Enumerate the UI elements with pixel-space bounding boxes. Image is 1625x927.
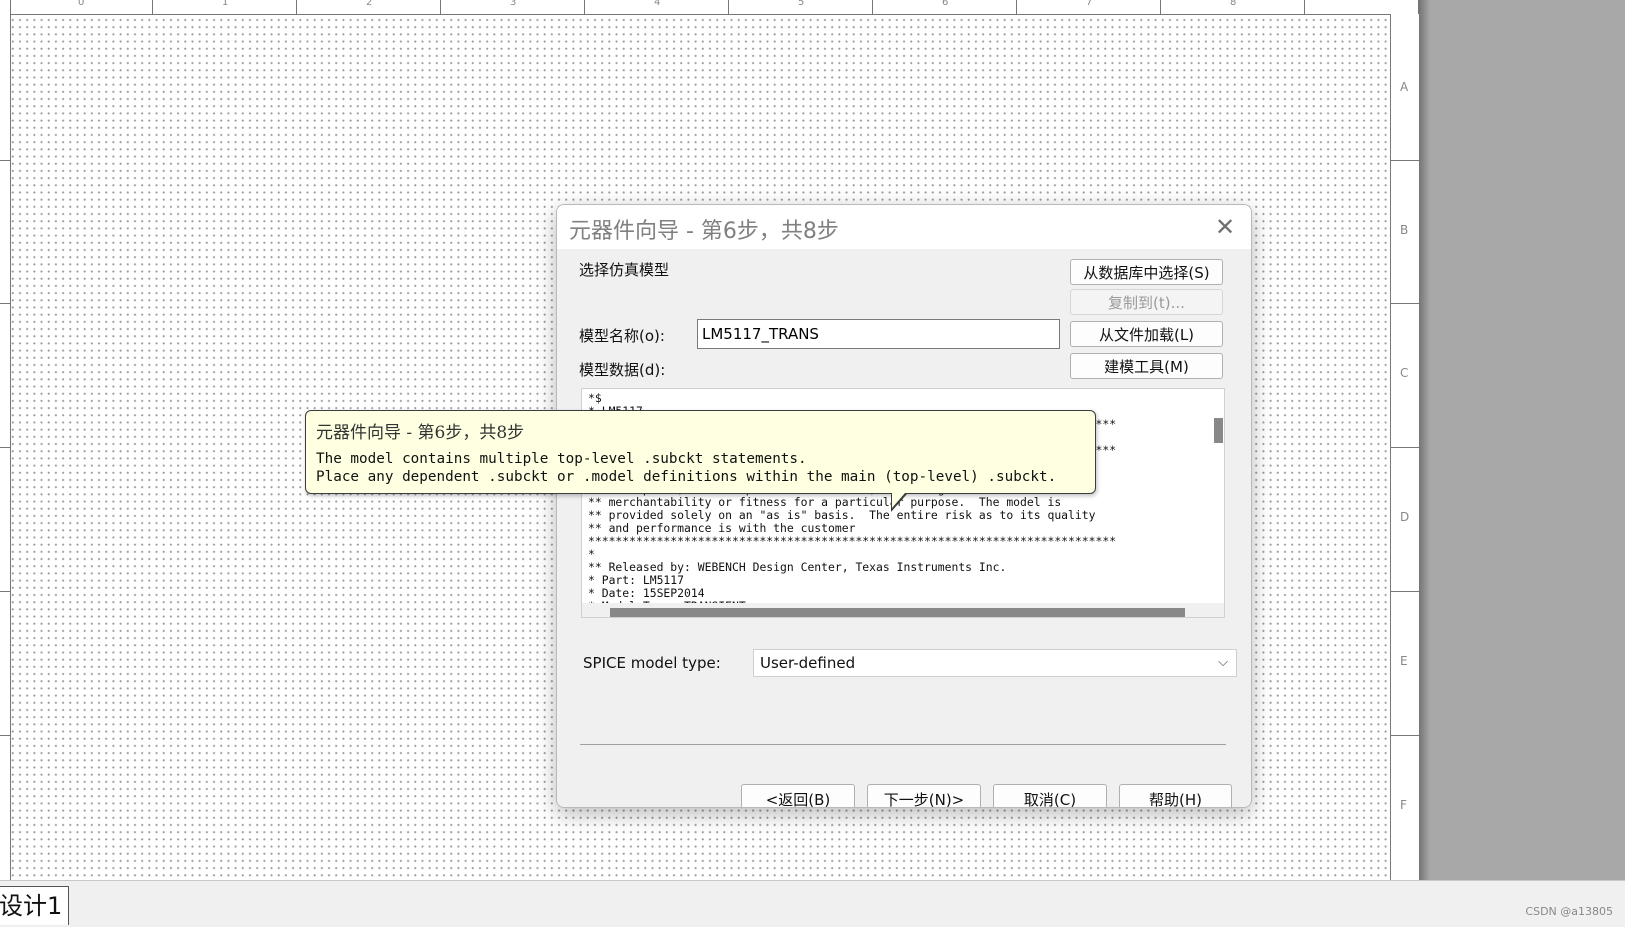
error-tooltip: 元器件向导 - 第6步，共8步 The model contains multi… [305,410,1096,512]
design-sheet-tab[interactable]: 设计1 [0,886,70,925]
tooltip-message-line: The model contains multiple top-level .s… [316,451,807,467]
ruler-tick [152,0,153,14]
ruler-label: 6 [942,0,949,8]
chevron-down-icon: ⌵ [1218,655,1228,670]
ruler-label: 4 [654,0,661,8]
spice-model-type-label: SPICE model type: [583,654,721,672]
ruler-tick [0,160,10,161]
spice-model-type-select[interactable]: User-defined ⌵ [753,649,1237,677]
back-button[interactable]: <返回(B) [741,784,855,807]
left-ruler [0,0,11,880]
ruler-tick [584,0,585,14]
ruler-label: D [1400,510,1410,524]
ruler-tick [0,447,10,448]
next-button[interactable]: 下一步(N)> [867,784,981,807]
ruler-label: 2 [366,0,373,8]
ruler-tick [1160,0,1161,14]
ruler-tick [872,0,873,14]
dialog-separator [580,744,1226,745]
model-name-label: 模型名称(o): [579,327,665,345]
watermark: CSDN @a13805 [1525,905,1613,918]
ruler-label: A [1400,80,1409,94]
ruler-label: 7 [1086,0,1093,8]
close-button[interactable]: ✕ [1209,211,1241,243]
vertical-scrollbar-thumb[interactable] [1214,418,1223,443]
ruler-tick [440,0,441,14]
sheet-shadow [1418,0,1430,880]
copy-to-button[interactable]: 复制到(t)... [1070,289,1223,315]
ruler-label: B [1400,223,1409,237]
load-from-file-button[interactable]: 从文件加载(L) [1070,321,1223,347]
ruler-label: 0 [78,0,85,8]
ruler-tick [0,591,10,592]
ruler-tick [1391,160,1419,161]
model-name-input[interactable] [697,319,1060,349]
select-from-database-button[interactable]: 从数据库中选择(S) [1070,259,1223,285]
spice-model-type-value: User-defined [760,654,856,672]
ruler-tick [1391,447,1419,448]
ruler-tick [1304,0,1305,14]
sheet-tab-bar [0,880,1625,927]
ruler-tick [1391,303,1419,304]
dialog-title: 元器件向导 - 第6步，共8步 [569,219,839,244]
cancel-button[interactable]: 取消(C) [993,784,1107,807]
modeling-tool-button[interactable]: 建模工具(M) [1070,353,1223,379]
ruler-label: 3 [510,0,517,8]
ruler-label: 1 [222,0,229,8]
ruler-label: 5 [798,0,805,8]
ruler-tick [1391,591,1419,592]
ruler-tick [728,0,729,14]
top-ruler: 0 1 2 3 4 5 6 7 8 [10,0,1418,15]
ruler-tick [0,735,10,736]
ruler-tick [1391,735,1419,736]
workspace-background [1418,0,1625,880]
tooltip-title: 元器件向导 - 第6步，共8步 [316,423,525,443]
close-icon: ✕ [1214,213,1236,241]
ruler-tick [1016,0,1017,14]
model-data-label: 模型数据(d): [579,361,666,379]
dialog-titlebar[interactable]: 元器件向导 - 第6步，共8步 ✕ [557,205,1251,249]
horizontal-scrollbar-thumb[interactable] [610,608,1185,617]
right-ruler: A B C D E F [1390,14,1419,880]
tooltip-pointer-fill [892,493,905,508]
ruler-label: F [1400,798,1407,812]
ruler-tick [296,0,297,14]
ruler-tick [0,303,10,304]
section-label: 选择仿真模型 [579,261,670,279]
ruler-label: E [1400,654,1408,668]
ruler-label: C [1400,366,1409,380]
ruler-label: 8 [1230,0,1237,8]
help-button[interactable]: 帮助(H) [1119,784,1232,807]
tooltip-message-line: Place any dependent .subckt or .model de… [316,469,1057,485]
